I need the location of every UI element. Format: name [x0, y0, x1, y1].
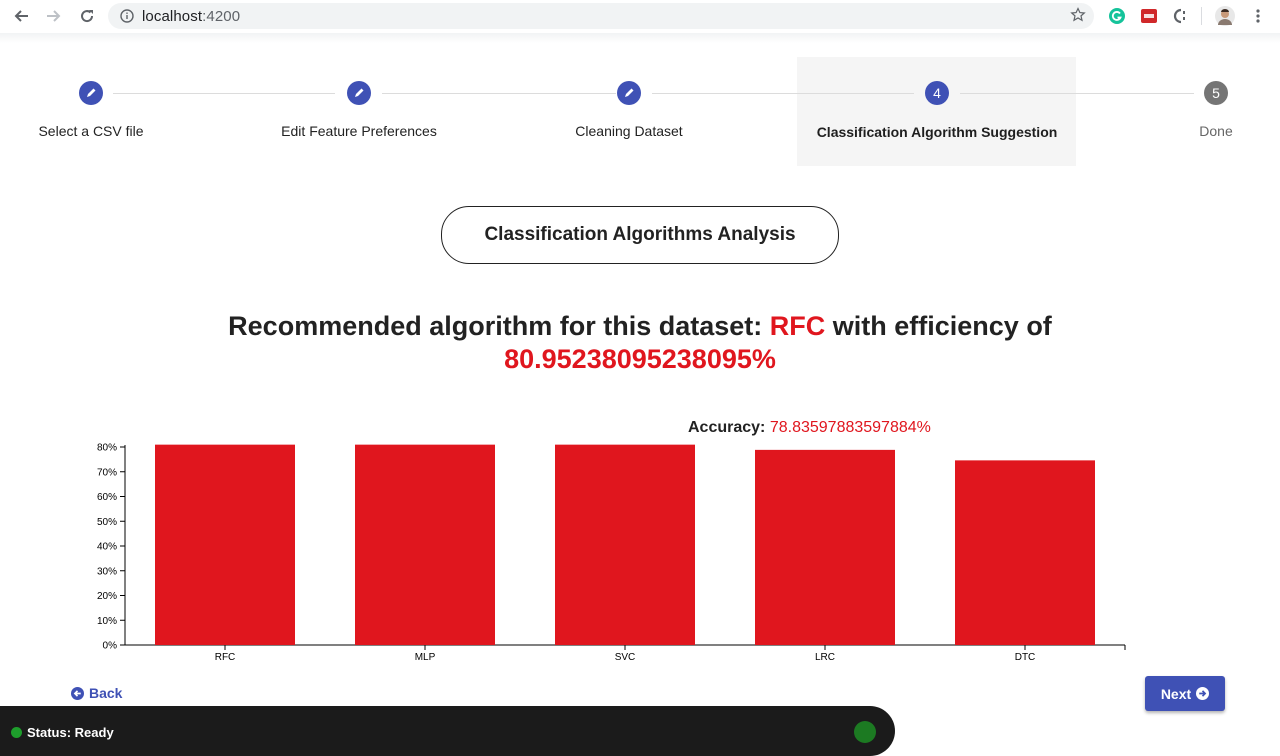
x-tick-label-mlp: MLP	[415, 652, 436, 663]
bookmark-star-icon[interactable]	[1070, 7, 1086, 28]
step-connector	[652, 93, 914, 94]
back-button[interactable]: Back	[71, 685, 122, 701]
profile-avatar-icon[interactable]	[1215, 6, 1235, 26]
browser-menu-icon[interactable]	[1248, 6, 1268, 26]
step-5-number[interactable]: 5	[1204, 81, 1228, 105]
active-step-highlight	[797, 57, 1076, 166]
step-4-label[interactable]: Classification Algorithm Suggestion	[817, 124, 1058, 140]
step-connector	[960, 93, 1194, 94]
y-tick-label: 10%	[97, 616, 117, 627]
step-connector	[113, 93, 335, 94]
forward-arrow-icon[interactable]	[43, 5, 65, 27]
browser-toolbar: localhost:4200	[0, 0, 1280, 34]
code-extension-icon[interactable]	[1171, 6, 1191, 26]
x-tick-label-lrc: LRC	[815, 652, 835, 663]
next-button-label: Next	[1160, 685, 1192, 702]
accuracy-bar-chart: 0% 10% 20% 30% 40% 50% 60% 70% 80% RFC MLP SVC LRC DT…	[97, 443, 1126, 663]
back-arrow-icon[interactable]	[10, 5, 32, 27]
step-2-edit-icon[interactable]	[347, 81, 371, 105]
status-bar: Status: Ready	[0, 706, 895, 756]
bar-svc	[555, 444, 695, 645]
recommendation-prefix: Recommended algorithm for this dataset:	[228, 311, 770, 341]
url-text: localhost:4200	[142, 8, 240, 25]
y-tick-label: 70%	[97, 467, 117, 478]
step-5-label[interactable]: Done	[1199, 123, 1232, 139]
y-tick-label: 50%	[97, 517, 117, 528]
y-tick-label: 60%	[97, 492, 117, 503]
arrow-right-circle-icon	[1196, 687, 1210, 700]
y-tick-label: 40%	[97, 542, 117, 553]
status-text: Status: Ready	[27, 725, 114, 740]
info-icon[interactable]	[120, 9, 134, 28]
bar-dtc	[955, 460, 1095, 645]
analysis-heading: Classification Algorithms Analysis	[441, 206, 839, 264]
bar-mlp	[355, 444, 495, 645]
bar-lrc	[755, 449, 895, 645]
status-indicator-dot	[11, 727, 22, 738]
step-3-label[interactable]: Cleaning Dataset	[575, 123, 682, 139]
y-tick-label: 0%	[103, 641, 118, 652]
step-1-label[interactable]: Select a CSV file	[38, 123, 143, 139]
step-1-edit-icon[interactable]	[79, 81, 103, 105]
accuracy-value: 78.83597883597884%	[769, 419, 931, 436]
arrow-left-circle-icon	[71, 686, 84, 700]
url-host: localhost	[142, 8, 203, 25]
x-tick-label-rfc: RFC	[215, 652, 236, 663]
back-button-label: Back	[89, 685, 123, 701]
step-connector	[382, 93, 616, 94]
y-tick-label: 30%	[97, 566, 117, 577]
progress-stepper: Select a CSV file Edit Feature Preferenc…	[0, 57, 1280, 167]
recommendation-text: Recommended algorithm for this dataset: …	[140, 310, 1140, 376]
reload-icon[interactable]	[76, 5, 98, 27]
y-tick-label: 80%	[97, 443, 117, 454]
url-port: :4200	[202, 8, 241, 25]
step-3-edit-icon[interactable]	[617, 81, 641, 105]
toolbar-shadow	[0, 33, 1280, 43]
address-bar[interactable]: localhost:4200	[108, 3, 1094, 29]
y-tick-label: 20%	[97, 591, 117, 602]
recommendation-middle: with efficiency of	[825, 311, 1052, 341]
next-button[interactable]: Next	[1145, 676, 1225, 711]
grammarly-icon[interactable]	[1107, 6, 1127, 26]
step-2-label[interactable]: Edit Feature Preferences	[281, 123, 437, 139]
toolbar-divider	[1201, 7, 1202, 25]
accuracy-label: Accuracy:	[688, 419, 770, 436]
step-4-number[interactable]: 4	[925, 81, 949, 105]
status-light-icon	[854, 721, 876, 743]
recommended-efficiency: 80.95238095238095%	[504, 344, 776, 374]
bar-rfc	[155, 444, 295, 645]
accuracy-tooltip: Accuracy: 78.83597883597884%	[688, 419, 931, 437]
x-tick-label-svc: SVC	[615, 652, 636, 663]
cors-extension-icon[interactable]	[1139, 6, 1159, 26]
recommended-algorithm: RFC	[769, 311, 826, 341]
x-tick-label-dtc: DTC	[1015, 652, 1036, 663]
